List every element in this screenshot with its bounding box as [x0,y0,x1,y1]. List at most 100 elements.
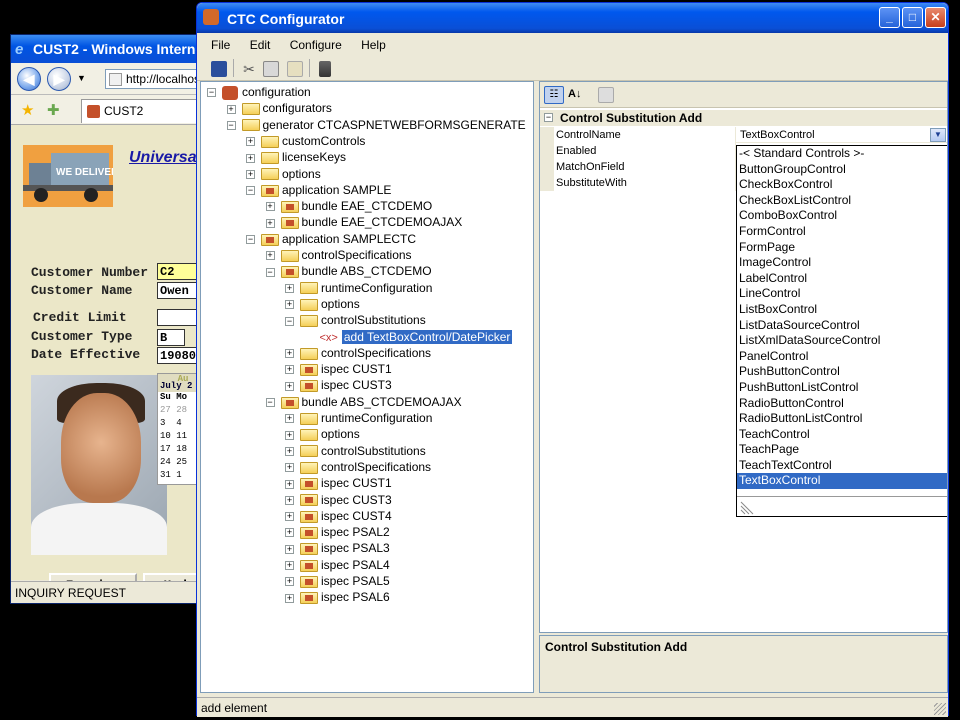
tree-node[interactable]: + ispec CUST3 [285,492,392,508]
dropdown-option[interactable]: RadioButtonControl [737,396,947,412]
ie-titlebar[interactable]: e CUST2 - Windows Interne [11,35,209,63]
paste-icon[interactable] [287,61,303,77]
tree-node[interactable]: + ispec CUST3 [285,377,392,393]
tree-node[interactable]: + ispec PSAL2 [285,524,390,540]
property-pages-icon[interactable] [598,87,614,103]
dropdown-option[interactable]: ButtonGroupControl [737,162,947,178]
dropdown-resize-grip[interactable] [737,496,947,516]
menu-edit[interactable]: Edit [250,38,271,52]
expand-icon[interactable]: + [285,381,294,391]
dropdown-option[interactable]: LabelControl [737,271,947,287]
tree-node[interactable]: + controlSpecifications [285,459,431,475]
tree-node[interactable]: + bundle EAE_CTCDEMOAJAX [265,214,462,230]
cut-icon[interactable]: ✂ [241,61,257,77]
dropdown-option[interactable]: ListXmlDataSourceControl [737,333,947,349]
ctc-titlebar[interactable]: CTC Configurator _ □ ✕ [197,3,948,33]
window-resize-grip[interactable] [934,703,946,715]
collapse-icon[interactable]: − [207,88,216,98]
menu-configure[interactable]: Configure [290,38,342,52]
dropdown-option[interactable]: CheckBoxListControl [737,193,947,209]
dropdown-option[interactable]: ImageControl [737,255,947,271]
tree-node[interactable]: + ispec CUST1 [285,361,392,377]
tree-node[interactable]: + ispec PSAL6 [285,589,390,605]
save-icon[interactable] [211,61,227,77]
tree-node[interactable]: + controlSubstitutions [285,443,426,459]
collapse-icon[interactable]: − [265,267,275,277]
expand-icon[interactable]: + [265,251,275,261]
dropdown-option[interactable]: CheckBoxControl [737,177,947,193]
expand-icon[interactable]: + [285,561,294,571]
dropdown-option[interactable]: FormPage [737,240,947,256]
expand-icon[interactable]: + [246,153,255,163]
dropdown-option[interactable]: FormControl [737,224,947,240]
tree-node[interactable]: − generator CTCASPNETWEBFORMSGENERATE [226,117,526,133]
collapse-icon[interactable]: − [265,398,275,408]
alphabetical-icon[interactable]: A↓ [568,86,584,102]
menu-file[interactable]: File [211,38,230,52]
tree-node[interactable]: + options [285,426,360,442]
expand-icon[interactable]: + [285,349,294,359]
tree-node[interactable]: + ispec PSAL3 [285,540,390,556]
dropdown-option[interactable]: ComboBoxControl [737,208,947,224]
collapse-icon[interactable]: − [246,235,255,245]
maximize-icon[interactable]: □ [902,7,923,28]
dropdown-option[interactable]: RadioButtonListControl [737,411,947,427]
expand-icon[interactable]: + [285,495,294,505]
configuration-tree[interactable]: − configuration + configurators − generator C… [200,81,534,693]
collapse-icon[interactable]: − [226,120,236,130]
expand-icon[interactable]: + [285,365,294,375]
dropdown-arrow-icon[interactable]: ▼ [930,128,946,142]
customer-type-field[interactable]: B [157,329,185,346]
tree-node[interactable]: + options [285,296,360,312]
tree-node[interactable]: + ispec CUST1 [285,475,392,491]
expand-icon[interactable]: + [285,414,294,424]
collapse-icon[interactable]: − [246,186,255,196]
menu-help[interactable]: Help [361,38,386,52]
tree-node[interactable]: + configurators [226,100,332,116]
tree-node[interactable]: − configuration [207,84,311,100]
dropdown-option[interactable]: PushButtonListControl [737,380,947,396]
expand-icon[interactable]: + [285,528,294,538]
dropdown-option[interactable]: -< Standard Controls >- [737,146,947,162]
dropdown-option[interactable]: TeachTextControl [737,458,947,474]
recent-pages-icon[interactable]: ▼ [77,73,86,83]
tree-node[interactable]: − controlSubstitutions [285,312,426,328]
add-favorites-icon[interactable]: ✚ [47,101,60,119]
tree-node[interactable]: + options [246,166,321,182]
tree-node[interactable]: + licenseKeys [246,149,346,165]
expand-icon[interactable]: + [285,463,294,473]
expand-icon[interactable]: + [285,544,294,554]
tree-node[interactable]: <x> add TextBoxControl/DatePicker [305,329,513,345]
expand-icon[interactable]: + [285,577,294,587]
property-row-controlname[interactable]: ControlName TextBoxControl [540,127,947,143]
delete-icon[interactable] [319,61,331,77]
tree-node[interactable]: + runtimeConfiguration [285,280,432,296]
expand-icon[interactable]: + [285,512,294,522]
property-value-controlname[interactable]: TextBoxControl [738,127,947,143]
tree-node[interactable]: + bundle EAE_CTCDEMO [265,198,432,214]
expand-icon[interactable]: + [285,446,294,456]
back-icon[interactable]: ◀ [17,67,41,91]
expand-icon[interactable]: + [285,300,294,310]
dropdown-option[interactable]: PanelControl [737,349,947,365]
close-icon[interactable]: ✕ [925,7,946,28]
dropdown-option[interactable]: TeachPage [737,442,947,458]
expand-icon[interactable]: + [285,593,294,603]
dropdown-option[interactable]: TextBoxControl [737,473,947,490]
expand-icon[interactable]: + [265,218,275,228]
tree-node[interactable]: + ispec PSAL4 [285,557,390,573]
collapse-icon[interactable]: − [285,316,294,326]
ie-address-bar[interactable]: http://localhost [105,69,209,89]
collapse-icon[interactable]: − [544,113,553,122]
categorized-icon[interactable]: ☷ [544,86,564,104]
tree-node[interactable]: − application SAMPLE [246,182,391,198]
expand-icon[interactable]: + [285,479,294,489]
tree-node[interactable]: + ispec PSAL5 [285,573,390,589]
dropdown-option[interactable]: ListBoxControl [737,302,947,318]
expand-icon[interactable]: + [285,430,294,440]
property-category[interactable]: − Control Substitution Add [540,110,947,126]
tree-node[interactable]: + controlSpecifications [265,247,412,263]
tree-node[interactable]: + customControls [246,133,365,149]
dropdown-option[interactable]: PushButtonControl [737,364,947,380]
ie-tab-cust2[interactable]: CUST2 [81,99,209,123]
